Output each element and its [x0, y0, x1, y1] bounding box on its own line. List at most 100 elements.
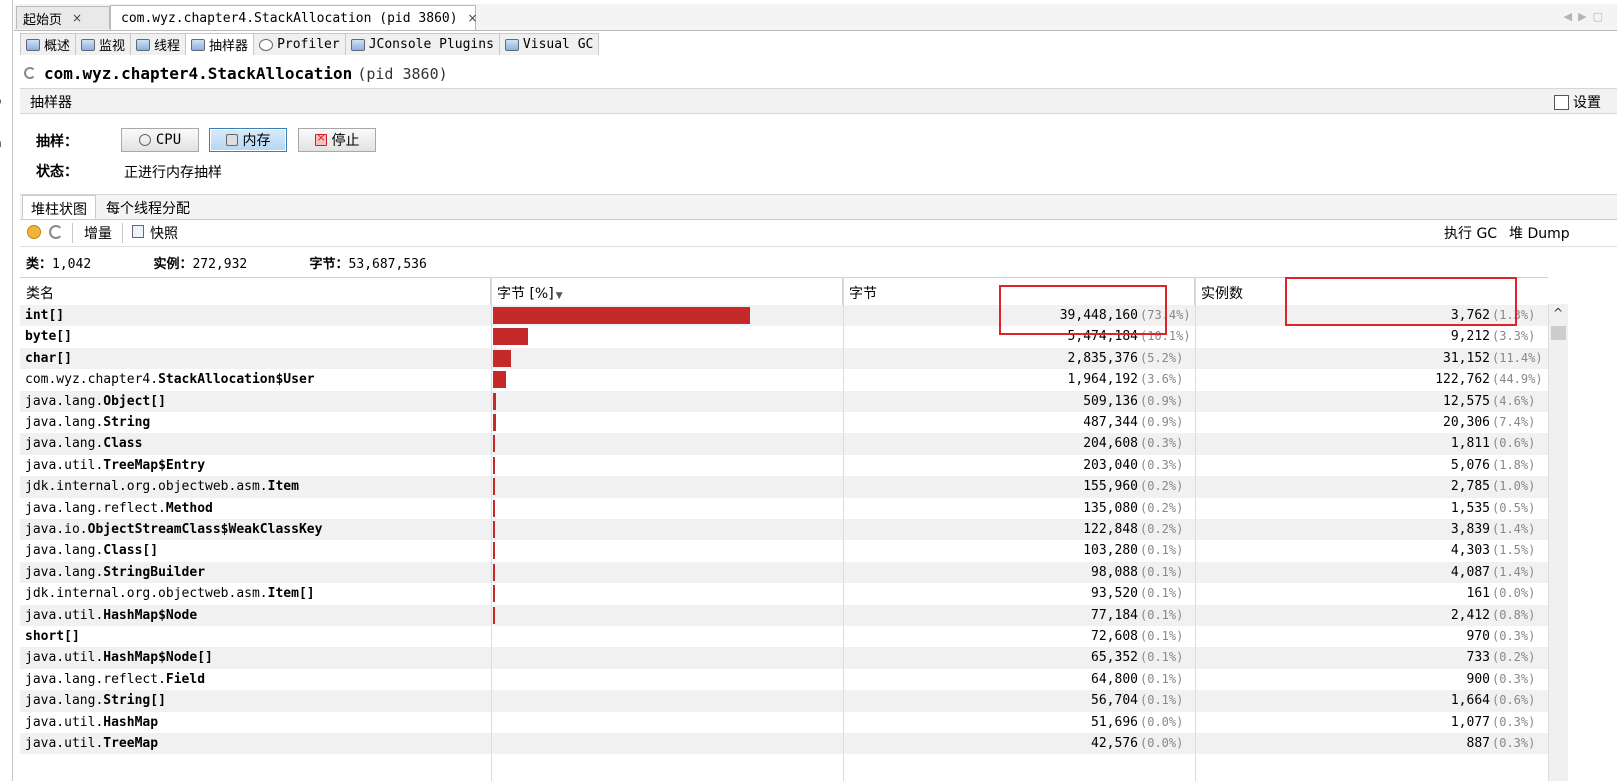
column-class-name[interactable]: 类名	[20, 278, 491, 305]
tab-scroll-controls[interactable]: ◀▶▢	[1564, 10, 1609, 23]
instances-cell: 122,762	[1435, 372, 1490, 388]
table-row[interactable]: java.lang.String 487,344 (0.9%) 20,306 (7.4%…	[20, 412, 1548, 433]
tab-visual-gc[interactable]: Visual GC	[498, 33, 600, 55]
bytes-bar	[493, 392, 497, 410]
instances-label: 实例：	[153, 257, 193, 272]
class-name-cell: java.util.TreeMap	[25, 733, 485, 754]
close-icon[interactable]: ×	[468, 11, 478, 25]
class-name-cell: java.util.TreeMap$Entry	[25, 455, 485, 476]
table-row[interactable]: jdk.internal.org.objectweb.asm.Item[] 93,…	[20, 583, 1548, 604]
settings-toggle[interactable]: 设置	[1554, 92, 1601, 112]
tab-list-icon[interactable]: ▢	[1593, 10, 1609, 23]
memory-sample-button[interactable]: 内存	[209, 128, 287, 152]
tab-jconsole-plugins[interactable]: JConsole Plugins	[344, 33, 500, 55]
heap-dump-button[interactable]: 堆 Dump	[1509, 223, 1570, 243]
chevron-left-icon[interactable]: ◀	[1564, 10, 1578, 23]
table-row[interactable]: int[] 39,448,160 (73.4%) 3,762 (1.3%)	[20, 305, 1548, 327]
tab-profiler[interactable]: Profiler	[253, 33, 346, 55]
bytes-cell: 155,960	[1083, 479, 1138, 495]
table-row[interactable]: char[] 2,835,376 (5.2%) 31,152 (11.4%)	[20, 347, 1548, 370]
class-name-cell: java.lang.Class	[25, 433, 485, 454]
instances-cell: 9,212	[1450, 329, 1490, 345]
close-icon[interactable]: ×	[72, 11, 82, 25]
class-simple-name: Object[]	[103, 393, 166, 409]
cpu-sample-button[interactable]: CPU	[121, 128, 199, 152]
table-row[interactable]: java.lang.Class[] 103,280 (0.1%) 4,303 (1.5%…	[20, 540, 1548, 561]
delta-button[interactable]: 增量	[84, 223, 112, 243]
stop-icon	[314, 131, 327, 146]
snapshot-button[interactable]: 快照	[150, 223, 178, 243]
instances-percent-cell: (7.4%)	[1492, 415, 1536, 429]
bytes-cell: 39,448,160	[1059, 308, 1138, 323]
bytes-cell: 77,184	[1091, 607, 1138, 623]
sort-descending-icon[interactable]: ▼	[556, 291, 563, 301]
tab-per-thread-allocation[interactable]: 每个线程分配	[98, 195, 198, 219]
scroll-up-icon[interactable]: ^	[1553, 306, 1563, 320]
instances-percent-cell: (4.6%)	[1492, 393, 1536, 408]
tab-start-page[interactable]: 起始页 ×	[16, 6, 110, 29]
class-simple-name: TreeMap$Entry	[103, 457, 206, 473]
tab-heap-histogram[interactable]: 堆柱状图	[22, 195, 96, 219]
tab-overview[interactable]: 概述	[20, 33, 77, 55]
bytes-bar-cell	[493, 733, 833, 754]
package-prefix: jdk.internal.org.objectweb.asm.	[25, 586, 268, 602]
class-simple-name: int[]	[25, 308, 65, 323]
settings-checkbox[interactable]	[1554, 94, 1569, 110]
instances-percent-cell: (0.0%)	[1492, 586, 1536, 601]
bytes-bar-cell	[493, 305, 833, 326]
document-tab-strip: 起始页 × com.wyz.chapter4.StackAllocation (…	[14, 4, 1617, 31]
instances-percent-cell: (0.2%)	[1492, 650, 1536, 665]
table-row[interactable]: java.lang.Class 204,608 (0.3%) 1,811 (0.6%)	[20, 433, 1548, 455]
perform-gc-button[interactable]: 执行 GC	[1444, 223, 1497, 243]
pause-icon[interactable]	[27, 225, 41, 239]
snapshot-icon[interactable]	[132, 225, 144, 238]
settings-label: 设置	[1573, 95, 1601, 111]
bytes-percent-cell: (0.1%)	[1140, 693, 1184, 708]
table-row[interactable]: java.lang.Object[] 509,136 (0.9%) 12,575 (4.…	[20, 390, 1548, 412]
class-simple-name: char[]	[25, 350, 72, 366]
table-row[interactable]: java.lang.String[] 56,704 (0.1%) 1,664 (0.6%…	[20, 690, 1548, 712]
column-bytes-percent[interactable]: 字节 [%] ▼	[491, 278, 843, 305]
tab-monitor[interactable]: 监视	[75, 33, 132, 55]
instances-percent-cell: (0.8%)	[1492, 607, 1536, 622]
scroll-thumb[interactable]	[1551, 326, 1566, 340]
package-prefix: jdk.internal.org.objectweb.asm.	[25, 479, 268, 495]
button-label: 内存	[242, 133, 271, 149]
table-row[interactable]: java.io.ObjectStreamClass$WeakClassKey 12…	[20, 519, 1548, 541]
table-row[interactable]: short[] 72,608 (0.1%) 970 (0.3%)	[20, 626, 1548, 647]
column-bytes[interactable]: 字节	[843, 278, 1195, 305]
bytes-percent-cell: (10.1%)	[1140, 329, 1191, 344]
tab-application[interactable]: com.wyz.chapter4.StackAllocation (pid 38…	[110, 5, 478, 30]
bytes-percent-cell: (0.0%)	[1140, 736, 1184, 750]
table-row[interactable]: java.util.TreeMap 42,576 (0.0%) 887 (0.3%)	[20, 733, 1548, 755]
table-row[interactable]: java.util.HashMap$Node 77,184 (0.1%) 2,412(…	[20, 604, 1548, 626]
refresh-icon[interactable]	[49, 225, 63, 239]
table-row[interactable]: com.wyz.chapter4.StackAllocation$User 1,9…	[20, 369, 1548, 390]
table-row[interactable]: java.util.HashMap 51,696 (0.0%) 1,077 (0.3%)	[20, 712, 1548, 733]
table-row[interactable]: java.lang.reflect.Method 135,080 (0.2%) 1,5…	[20, 498, 1548, 519]
status-row: 状态： 正进行内存抽样	[20, 158, 1617, 184]
table-row[interactable]: java.util.HashMap$Node[] 65,352 (0.1%) 733(…	[20, 647, 1548, 669]
instances-cell: 5,076	[1450, 457, 1490, 473]
bytes-cell: 203,040	[1083, 457, 1138, 473]
clock-icon	[259, 38, 274, 51]
clock-icon	[138, 134, 151, 146]
table-row[interactable]: jdk.internal.org.objectweb.asm.Item 155,9…	[20, 476, 1548, 498]
sampler-section-header: 抽样器 设置	[20, 88, 1617, 114]
table-row[interactable]: byte[] 5,474,184 (10.1%) 9,212 (3.3%)	[20, 326, 1548, 347]
column-instances[interactable]: 实例数	[1195, 278, 1548, 305]
tab-sampler[interactable]: 抽样器	[185, 33, 255, 55]
tab-threads[interactable]: 线程	[130, 33, 187, 55]
instances-percent-cell: (0.3%)	[1492, 671, 1536, 686]
bytes-bar	[493, 307, 750, 324]
stop-button[interactable]: 停止	[298, 128, 376, 152]
vertical-scrollbar[interactable]: ^	[1548, 304, 1568, 781]
bytes-bar-cell	[493, 455, 833, 476]
tab-label: Profiler	[277, 37, 340, 52]
table-row[interactable]: java.lang.StringBuilder 98,088 (0.1%) 4,087…	[20, 561, 1548, 584]
toolbar-separator	[122, 223, 123, 243]
table-row[interactable]: java.lang.reflect.Field 64,800 (0.1%) 900 (0…	[20, 669, 1548, 690]
table-row[interactable]: java.util.TreeMap$Entry 203,040 (0.3%) 5,07…	[20, 455, 1548, 476]
column-divider	[843, 277, 844, 781]
chevron-right-icon[interactable]: ▶	[1578, 10, 1592, 23]
